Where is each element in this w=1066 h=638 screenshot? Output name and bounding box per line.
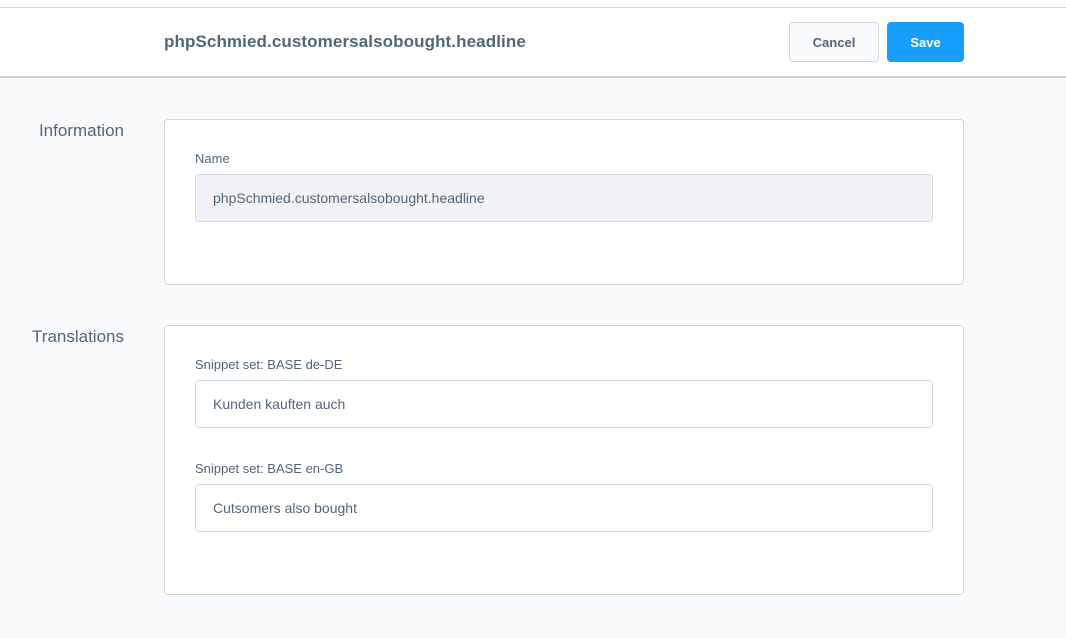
translations-section-title: Translations [32, 327, 124, 346]
page-header: phpSchmied.customersalsobought.headline … [0, 8, 1066, 78]
information-card: Name phpSchmied.customersalsobought.head… [164, 119, 964, 285]
snippet-en-input[interactable]: Cutsomers also bought [195, 484, 933, 532]
name-field: phpSchmied.customersalsobought.headline [195, 174, 933, 222]
information-section-title: Information [38, 121, 124, 140]
cancel-button[interactable]: Cancel [789, 22, 879, 62]
page-title: phpSchmied.customersalsobought.headline [164, 32, 526, 51]
top-strip [0, 0, 1066, 8]
name-field-label: Name [195, 151, 230, 166]
translations-card: Snippet set: BASE de-DE Kunden kauften a… [164, 325, 964, 595]
save-button[interactable]: Save [887, 22, 964, 62]
snippet-de-input[interactable]: Kunden kauften auch [195, 380, 933, 428]
snippet-en-label: Snippet set: BASE en-GB [195, 461, 344, 476]
snippet-de-label: Snippet set: BASE de-DE [195, 357, 343, 372]
